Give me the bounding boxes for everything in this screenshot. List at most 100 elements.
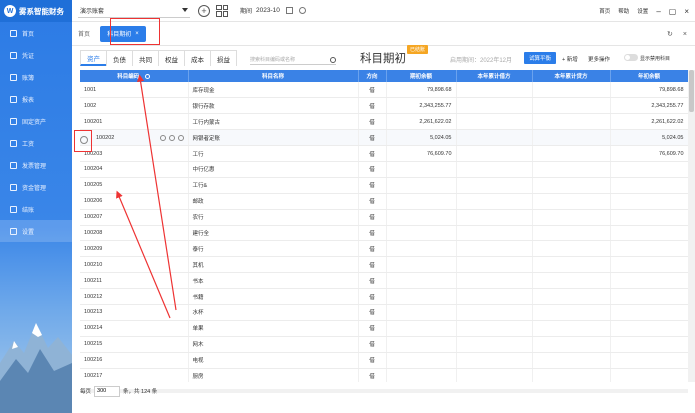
cell-year-start[interactable] xyxy=(610,368,688,382)
table-row[interactable]: 100201 工行内蒙古借 2,261,622.02 2,261,622.02 xyxy=(80,113,688,131)
sidebar-item-invoice[interactable]: 发票管理 xyxy=(0,154,72,176)
cell-ytd-credit[interactable] xyxy=(532,288,611,305)
cell-ytd-credit[interactable] xyxy=(532,272,611,290)
table-row[interactable]: 100216 电视借 xyxy=(80,352,688,369)
column-settings-icon[interactable] xyxy=(145,74,151,80)
sidebar-item-salary[interactable]: 工资 xyxy=(0,132,72,154)
col-year-start[interactable]: 年初余额 xyxy=(610,70,688,82)
refresh-icon[interactable] xyxy=(298,7,306,14)
cell-ytd-debit[interactable] xyxy=(456,97,533,115)
cell-ytd-credit[interactable] xyxy=(532,113,611,131)
cell-year-start[interactable] xyxy=(610,352,688,369)
col-direction[interactable]: 方向 xyxy=(358,70,387,82)
maximize-icon[interactable]: ▢ xyxy=(669,7,677,16)
table-row[interactable]: 100204 中行亿惠借 xyxy=(80,161,688,178)
tab-assets[interactable]: 资产 xyxy=(80,50,107,66)
row-actions[interactable] xyxy=(159,134,184,141)
cell-ytd-debit[interactable] xyxy=(456,82,533,99)
cell-ytd-debit[interactable] xyxy=(456,320,533,337)
tab-refresh-icon[interactable]: ↻ xyxy=(667,30,673,38)
tab-common[interactable]: 共同 xyxy=(132,50,159,66)
cell-ytd-credit[interactable] xyxy=(532,240,611,258)
table-row[interactable]: 100214 单果借 xyxy=(80,320,688,337)
cell-ytd-debit[interactable] xyxy=(456,161,533,178)
cell-ytd-debit[interactable] xyxy=(456,288,533,305)
sidebar-item-closing[interactable]: 结账 xyxy=(0,198,72,220)
cell-opening-balance[interactable] xyxy=(386,256,457,274)
cell-year-start[interactable] xyxy=(610,177,688,194)
cell-ytd-debit[interactable] xyxy=(456,336,533,353)
cell-year-start[interactable] xyxy=(610,209,688,226)
cell-opening-balance[interactable] xyxy=(386,240,457,258)
cell-year-start[interactable] xyxy=(610,336,688,353)
table-row[interactable]: 100217 厨房借 xyxy=(80,368,688,382)
cell-ytd-credit[interactable] xyxy=(532,193,611,210)
search-icon[interactable] xyxy=(330,56,336,63)
cell-ytd-debit[interactable] xyxy=(456,352,533,369)
tab-equity[interactable]: 权益 xyxy=(158,50,185,66)
cell-opening-balance[interactable] xyxy=(386,368,457,382)
cell-ytd-credit[interactable] xyxy=(532,82,611,99)
cell-ytd-debit[interactable] xyxy=(456,209,533,226)
sidebar-item-fixed-assets[interactable]: 固定资产 xyxy=(0,110,72,132)
cell-ytd-credit[interactable] xyxy=(532,209,611,226)
cell-year-start[interactable] xyxy=(610,320,688,337)
cell-opening-balance[interactable] xyxy=(386,225,457,242)
cell-ytd-debit[interactable] xyxy=(456,193,533,210)
cell-year-start[interactable] xyxy=(610,240,688,258)
table-row[interactable]: 100211 书本借 xyxy=(80,272,688,290)
cell-ytd-debit[interactable] xyxy=(456,240,533,258)
sidebar-item-settings[interactable]: 设置 xyxy=(0,220,72,242)
show-disabled-toggle[interactable] xyxy=(624,54,638,61)
link-home[interactable]: 首页 xyxy=(599,7,610,15)
cell-opening-balance[interactable] xyxy=(386,304,457,321)
cell-year-start[interactable]: 2,261,622.02 xyxy=(610,113,688,131)
cell-ytd-credit[interactable] xyxy=(532,304,611,321)
cell-year-start[interactable]: 5,024.05 xyxy=(610,129,688,147)
cell-opening-balance[interactable] xyxy=(386,161,457,178)
vertical-scrollbar[interactable] xyxy=(688,70,695,382)
sidebar-item-funds[interactable]: 资金管理 xyxy=(0,176,72,198)
link-settings[interactable]: 设置 xyxy=(637,7,648,15)
table-row[interactable]: 100208 建行全借 xyxy=(80,225,688,242)
page-size-input[interactable] xyxy=(94,385,121,397)
cell-ytd-debit[interactable] xyxy=(456,225,533,242)
cell-opening-balance[interactable] xyxy=(386,177,457,194)
more-row-icon[interactable] xyxy=(177,134,184,141)
cell-opening-balance[interactable]: 2,261,622.02 xyxy=(386,113,457,131)
cell-opening-balance[interactable] xyxy=(386,336,457,353)
close-window-icon[interactable]: × xyxy=(684,7,689,16)
cell-year-start[interactable] xyxy=(610,288,688,305)
search-input[interactable]: 搜索科目编码或名称 xyxy=(250,55,336,65)
table-row[interactable]: 100210 其机借 xyxy=(80,256,688,274)
table-row[interactable]: 100207 农行借 xyxy=(80,209,688,226)
col-opening-balance[interactable]: 期初余额 xyxy=(386,70,457,82)
cell-opening-balance[interactable] xyxy=(386,288,457,305)
cell-year-start[interactable] xyxy=(610,161,688,178)
col-ytd-credit[interactable]: 本年累计贷方 xyxy=(532,70,611,82)
apps-grid-icon[interactable] xyxy=(216,4,228,17)
more-actions-button[interactable]: 更多操作 xyxy=(588,55,610,63)
edit-row-icon[interactable] xyxy=(168,134,175,141)
cell-ytd-credit[interactable] xyxy=(532,336,611,353)
cell-ytd-credit[interactable] xyxy=(532,145,611,162)
cell-year-start[interactable]: 76,609.70 xyxy=(610,145,688,162)
cell-opening-balance[interactable] xyxy=(386,209,457,226)
tab-home[interactable]: 首页 xyxy=(78,29,90,38)
cell-ytd-credit[interactable] xyxy=(532,161,611,178)
cell-ytd-debit[interactable] xyxy=(456,177,533,194)
horizontal-scrollbar[interactable] xyxy=(80,389,688,393)
cell-ytd-debit[interactable] xyxy=(456,129,533,147)
minimize-icon[interactable]: – xyxy=(656,7,660,16)
tab-liabilities[interactable]: 负债 xyxy=(106,50,133,66)
table-row[interactable]: 100213 水杯借 xyxy=(80,304,688,321)
scrollbar-thumb[interactable] xyxy=(689,70,694,112)
period-value[interactable]: 2023-10 xyxy=(256,7,280,14)
cell-ytd-credit[interactable] xyxy=(532,97,611,115)
cell-year-start[interactable]: 2,343,255.77 xyxy=(610,97,688,115)
cell-year-start[interactable] xyxy=(610,272,688,290)
cell-year-start[interactable] xyxy=(610,256,688,274)
table-row[interactable]: 100209 泰行借 xyxy=(80,240,688,258)
account-select[interactable]: 演示账套 xyxy=(78,4,190,18)
table-row[interactable]: 100202 网银者定账借 5,024.05 5,024.05 xyxy=(80,129,688,147)
